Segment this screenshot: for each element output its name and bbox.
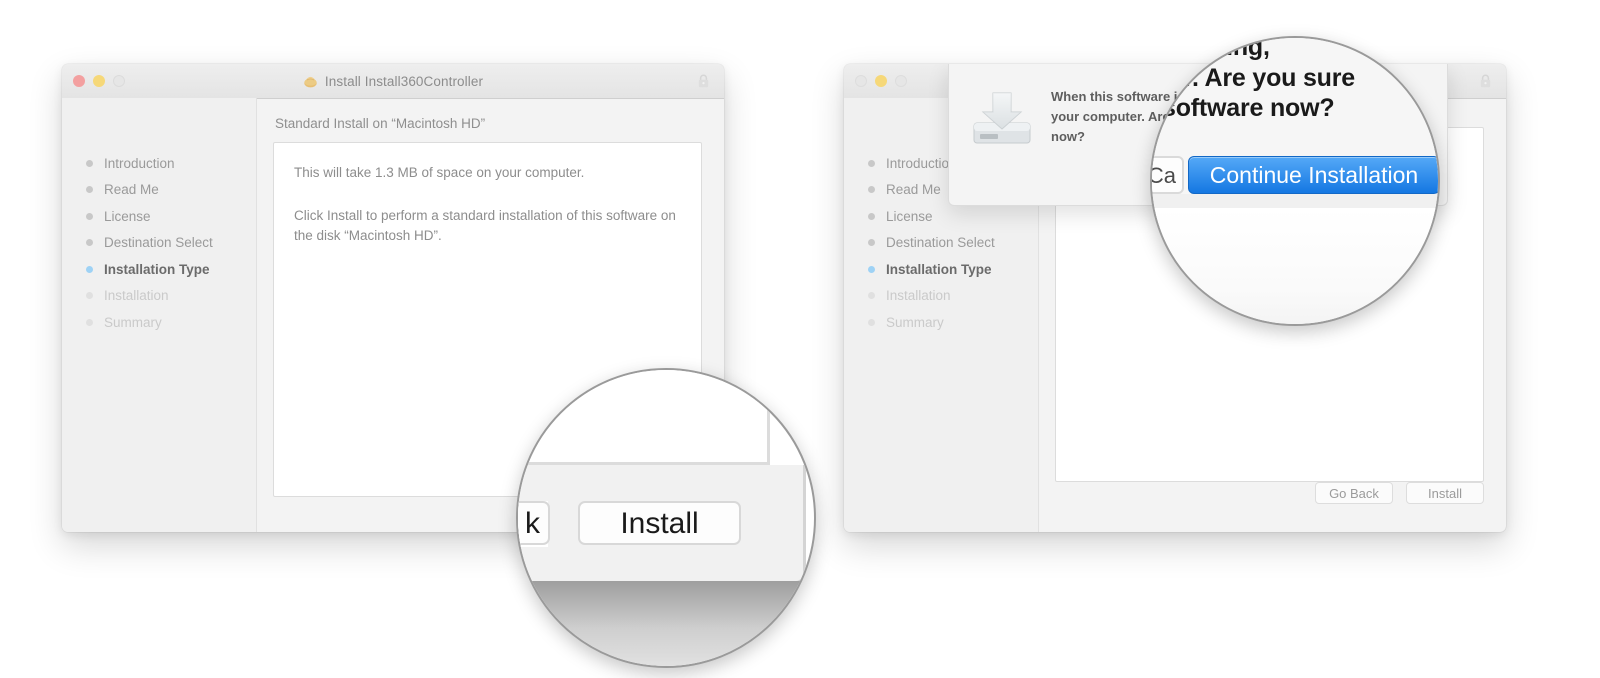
traffic-lights-right bbox=[855, 75, 907, 87]
close-button bbox=[855, 75, 867, 87]
zoomed-window-under-sheet bbox=[1152, 208, 1438, 324]
window-title-left: Install Install360Controller bbox=[62, 74, 724, 89]
lock-icon bbox=[1479, 74, 1492, 89]
sidebar-item-label: Summary bbox=[104, 314, 162, 330]
zoomed-button-row: Ca Continue Installation bbox=[1152, 156, 1438, 194]
sidebar-item-destination-select[interactable]: Destination Select bbox=[62, 230, 256, 257]
sidebar-left: Introduction Read Me License Destination… bbox=[62, 98, 257, 532]
step-bullet-icon bbox=[86, 159, 93, 167]
sidebar-item-label: Destination Select bbox=[886, 235, 995, 251]
lock-icon bbox=[697, 74, 710, 89]
magnifier-install-button: k Install bbox=[516, 368, 816, 668]
install-instructions-text: Click Install to perform a standard inst… bbox=[294, 207, 676, 244]
sidebar-item-label: License bbox=[104, 208, 151, 224]
zoomed-continue-installation-button[interactable]: Continue Installation bbox=[1188, 156, 1438, 194]
magnifier-continue-installation-button: nstalling, ter. Are you sure software no… bbox=[1150, 36, 1440, 326]
package-icon bbox=[303, 74, 318, 88]
sidebar-item-installation-type[interactable]: Installation Type bbox=[844, 256, 1038, 283]
sidebar-item-label: Installation Type bbox=[886, 261, 992, 277]
step-bullet-icon-active bbox=[86, 265, 93, 273]
sidebar-item-label: Summary bbox=[886, 314, 944, 330]
footer-bar-right: Go Back Install bbox=[1039, 476, 1506, 532]
sidebar-item-read-me[interactable]: Read Me bbox=[62, 177, 256, 204]
zoomed-warning-line-3: software now? bbox=[1162, 94, 1335, 122]
zoomed-window-shadow bbox=[518, 581, 814, 666]
sidebar-item-introduction[interactable]: Introduction bbox=[62, 150, 256, 177]
sidebar-item-label: Read Me bbox=[886, 182, 941, 198]
magnifier-left-content: k Install bbox=[518, 370, 814, 666]
sidebar-item-summary: Summary bbox=[62, 309, 256, 336]
sidebar-item-label: Destination Select bbox=[104, 235, 213, 251]
sidebar-item-installation: Installation bbox=[844, 283, 1038, 310]
sidebar-item-label: Read Me bbox=[104, 182, 159, 198]
close-button[interactable] bbox=[73, 75, 85, 87]
step-bullet-icon-active bbox=[868, 265, 875, 273]
step-bullet-icon bbox=[86, 318, 93, 326]
sidebar-item-destination-select[interactable]: Destination Select bbox=[844, 230, 1038, 257]
step-bullet-icon bbox=[86, 186, 93, 194]
magnifier-right-content: nstalling, ter. Are you sure software no… bbox=[1152, 38, 1438, 324]
step-bullet-icon bbox=[868, 186, 875, 194]
sidebar-item-label: Installation Type bbox=[104, 261, 210, 277]
sidebar-item-label: License bbox=[886, 208, 933, 224]
minimize-button[interactable] bbox=[93, 75, 105, 87]
step-bullet-icon bbox=[868, 159, 875, 167]
sidebar-item-installation: Installation bbox=[62, 283, 256, 310]
install-heading: Standard Install on “Macintosh HD” bbox=[275, 116, 486, 131]
step-bullet-icon bbox=[868, 212, 875, 220]
sidebar-item-label: Installation bbox=[104, 288, 169, 304]
step-bullet-icon bbox=[86, 292, 93, 300]
install-button[interactable]: Install bbox=[1406, 482, 1484, 504]
go-back-button[interactable]: Go Back bbox=[1315, 482, 1393, 504]
step-bullet-icon bbox=[86, 212, 93, 220]
footer-buttons-right: Go Back Install bbox=[1315, 482, 1484, 504]
hard-disk-download-icon bbox=[971, 89, 1033, 187]
traffic-lights-left[interactable] bbox=[73, 75, 125, 87]
sidebar-item-license[interactable]: License bbox=[844, 203, 1038, 230]
install-size-text: This will take 1.3 MB of space on your c… bbox=[294, 165, 585, 180]
titlebar-left[interactable]: Install Install360Controller bbox=[62, 64, 724, 99]
step-bullet-icon bbox=[868, 292, 875, 300]
step-bullet-icon bbox=[868, 318, 875, 326]
zoomed-cancel-button[interactable]: Ca bbox=[1152, 156, 1184, 194]
sidebar-item-label: Installation bbox=[886, 288, 951, 304]
zoomed-warning-line-2: ter. Are you sure bbox=[1162, 63, 1355, 92]
sidebar-item-label: Introduction bbox=[104, 155, 175, 171]
zoomed-warning-text: nstalling, ter. Are you sure software no… bbox=[1162, 36, 1438, 124]
sidebar-item-installation-type[interactable]: Installation Type bbox=[62, 256, 256, 283]
zoom-button bbox=[113, 75, 125, 87]
step-bullet-icon bbox=[86, 239, 93, 247]
zoom-button bbox=[895, 75, 907, 87]
zoomed-warning-line-1: nstalling, bbox=[1162, 36, 1270, 61]
minimize-button[interactable] bbox=[875, 75, 887, 87]
sidebar-item-label: Introduction bbox=[886, 155, 957, 171]
zoomed-panel-edge bbox=[518, 370, 770, 465]
sidebar-item-summary: Summary bbox=[844, 309, 1038, 336]
sidebar-item-license[interactable]: License bbox=[62, 203, 256, 230]
zoomed-go-back-button[interactable]: k bbox=[518, 501, 550, 545]
step-bullet-icon bbox=[868, 239, 875, 247]
window-title-text-left: Install Install360Controller bbox=[324, 73, 484, 89]
zoomed-install-button[interactable]: Install bbox=[578, 501, 741, 545]
